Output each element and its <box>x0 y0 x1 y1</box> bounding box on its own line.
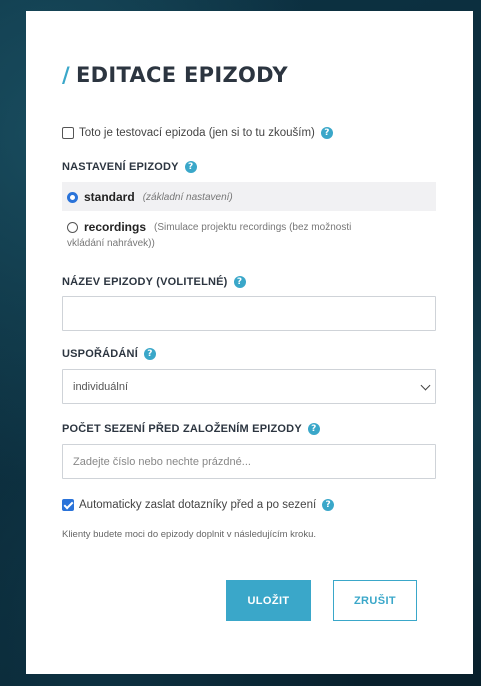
name-label: NÁZEV EPIZODY (VOLITELNÉ) ? <box>62 276 246 288</box>
arrangement-select[interactable]: individuální <box>62 369 436 404</box>
save-button[interactable]: ULOŽIT <box>226 580 311 621</box>
help-icon[interactable]: ? <box>143 348 156 360</box>
radio-standard-label: standard <box>84 190 135 204</box>
title-slash: / <box>62 63 70 87</box>
edit-episode-modal: / EDITACE EPIZODY Toto je testovací epizo… <box>26 11 473 674</box>
sessions-input[interactable]: Zadejte číslo nebo nechte prázdné... <box>62 444 436 479</box>
auto-send-checkbox[interactable] <box>62 499 74 511</box>
help-icon[interactable]: ? <box>184 161 197 173</box>
radio-recordings[interactable] <box>67 221 78 233</box>
radio-standard-hint: (základní nastavení) <box>142 191 233 203</box>
test-episode-checkbox[interactable] <box>62 127 74 139</box>
arrangement-label-text: USPOŘÁDÁNÍ <box>62 348 138 360</box>
settings-label: NASTAVENÍ EPIZODY ? <box>62 161 197 173</box>
arrangement-label: USPOŘÁDÁNÍ ? <box>62 348 156 360</box>
info-note: Klienty budete moci do epizody doplnit v… <box>62 529 316 540</box>
help-icon[interactable]: ? <box>320 127 333 139</box>
name-label-text: NÁZEV EPIZODY (VOLITELNÉ) <box>62 276 228 288</box>
help-icon[interactable]: ? <box>233 276 246 288</box>
radio-option-standard[interactable]: standard (základní nastavení) <box>62 182 436 211</box>
settings-label-text: NASTAVENÍ EPIZODY <box>62 161 179 173</box>
episode-name-input[interactable] <box>62 296 436 331</box>
test-episode-row[interactable]: Toto je testovací epizoda (jen si to tu … <box>62 127 333 139</box>
radio-recordings-hint-line1: (Simulace projektu recordings (bez možno… <box>154 221 352 233</box>
arrangement-selected: individuální <box>73 380 129 393</box>
radio-recordings-label: recordings <box>84 220 147 234</box>
auto-send-label: Automaticky zaslat dotazníky před a po s… <box>79 499 317 511</box>
radio-recordings-hint-line2: vkládání nahrávek)) <box>67 238 155 249</box>
chevron-down-icon <box>420 380 431 391</box>
help-icon[interactable]: ? <box>322 499 335 511</box>
cancel-button[interactable]: ZRUŠIT <box>333 580 417 621</box>
sessions-label-text: POČET SEZENÍ PŘED ZALOŽENÍM EPIZODY <box>62 423 302 435</box>
sessions-label: POČET SEZENÍ PŘED ZALOŽENÍM EPIZODY ? <box>62 423 320 435</box>
help-icon[interactable]: ? <box>307 423 320 435</box>
page-title: / EDITACE EPIZODY <box>62 63 288 87</box>
radio-standard[interactable] <box>67 191 78 203</box>
test-episode-label: Toto je testovací epizoda (jen si to tu … <box>79 127 315 139</box>
title-text: EDITACE EPIZODY <box>75 63 288 87</box>
radio-option-recordings[interactable]: recordings (Simulace projektu recordings… <box>62 215 436 255</box>
auto-send-row[interactable]: Automaticky zaslat dotazníky před a po s… <box>62 499 335 511</box>
